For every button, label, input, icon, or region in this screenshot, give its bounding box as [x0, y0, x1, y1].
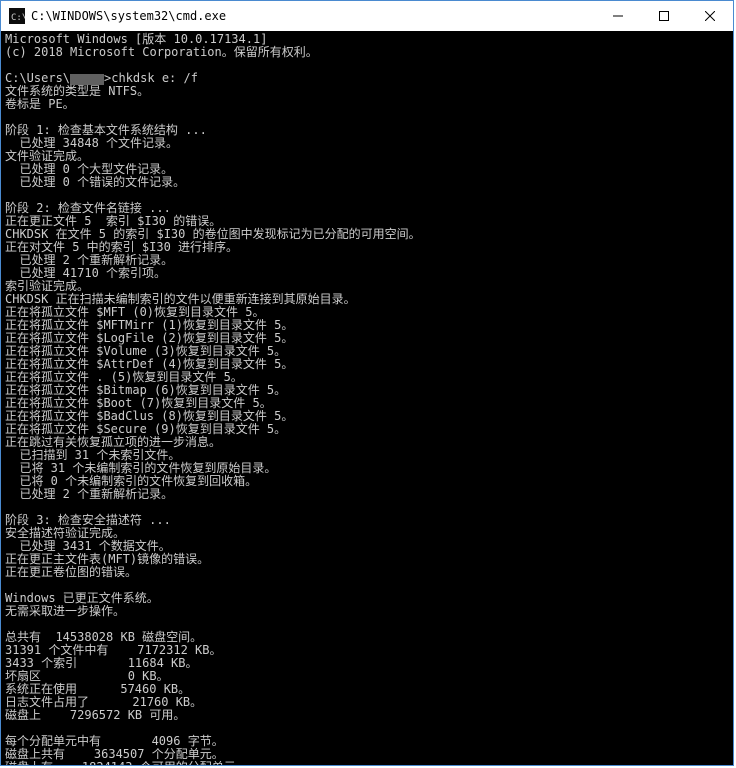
terminal-output[interactable]: Microsoft Windows [版本 10.0.17134.1](c) 2… — [1, 31, 733, 765]
terminal-line: 文件系统的类型是 NTFS。 — [5, 85, 729, 98]
terminal-line: 卷标是 PE。 — [5, 98, 729, 111]
close-button[interactable] — [687, 1, 733, 31]
terminal-line: 正在更正卷位图的错误。 — [5, 566, 729, 579]
titlebar[interactable]: C:\ C:\WINDOWS\system32\cmd.exe — [1, 1, 733, 31]
terminal-line: 已处理 2 个重新解析记录。 — [5, 488, 729, 501]
terminal-line: (c) 2018 Microsoft Corporation。保留所有权利。 — [5, 46, 729, 59]
minimize-button[interactable] — [595, 1, 641, 31]
terminal-line: 无需采取进一步操作。 — [5, 605, 729, 618]
terminal-line: 已处理 34848 个文件记录。 — [5, 137, 729, 150]
cmd-icon: C:\ — [9, 8, 25, 24]
svg-text:C:\: C:\ — [11, 13, 25, 23]
maximize-button[interactable] — [641, 1, 687, 31]
terminal-line: 磁盘上有 1824143 个可用的分配单元。 — [5, 761, 729, 765]
terminal-line: 已处理 0 个错误的文件记录。 — [5, 176, 729, 189]
window-controls — [595, 1, 733, 31]
cmd-window: C:\ C:\WINDOWS\system32\cmd.exe Microsof… — [0, 0, 734, 766]
terminal-line: 已处理 41710 个索引项。 — [5, 267, 729, 280]
window-title: C:\WINDOWS\system32\cmd.exe — [31, 9, 595, 23]
terminal-line: 磁盘上 7296572 KB 可用。 — [5, 709, 729, 722]
